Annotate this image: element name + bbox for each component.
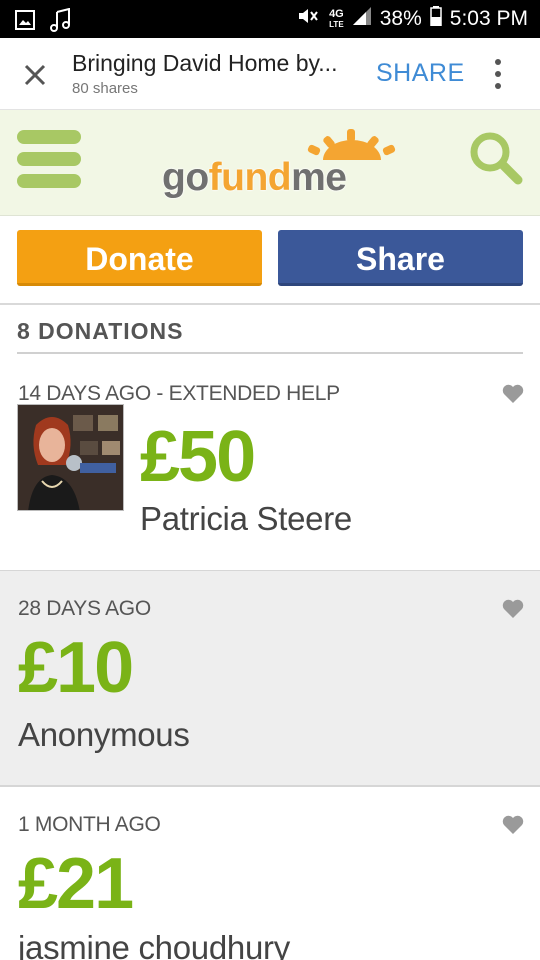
donor-name: Patricia Steere xyxy=(140,500,352,537)
music-icon xyxy=(50,7,72,37)
donation-amount: £21 xyxy=(18,844,134,924)
share-count: 80 shares xyxy=(72,80,138,97)
donations-heading: 8 DONATIONS xyxy=(17,318,184,344)
status-bar: 4G LTE 38% 5:03 PM xyxy=(0,0,540,38)
avatar xyxy=(17,404,124,511)
share-button[interactable]: Share xyxy=(278,230,523,286)
battery-percent: 38% xyxy=(379,7,422,30)
clock: 5:03 PM xyxy=(449,7,528,30)
network-type: 4G xyxy=(329,8,344,20)
donation-item: 14 DAYS AGO - EXTENDED HELP £50 Patricia… xyxy=(0,356,540,572)
share-link[interactable]: SHARE xyxy=(376,59,465,88)
divider xyxy=(17,352,523,354)
signal-icon xyxy=(352,6,372,32)
hamburger-icon[interactable] xyxy=(17,130,81,190)
donate-button[interactable]: Donate xyxy=(17,230,262,286)
donation-amount: £10 xyxy=(18,628,134,708)
donation-time: 14 DAYS AGO - EXTENDED HELP xyxy=(18,382,340,405)
donor-name: Anonymous xyxy=(18,716,190,753)
close-icon[interactable] xyxy=(20,60,50,90)
heart-icon[interactable] xyxy=(502,815,524,835)
donation-item: 1 MONTH AGO £21 jasmine choudhury xyxy=(0,787,540,960)
donation-item: 28 DAYS AGO £10 Anonymous xyxy=(0,571,540,787)
divider xyxy=(0,303,540,305)
app-header: Bringing David Home by... 80 shares SHAR… xyxy=(0,38,540,110)
site-navbar: gofundme xyxy=(0,110,540,216)
search-icon[interactable] xyxy=(466,128,526,188)
donor-name: jasmine choudhury xyxy=(18,929,290,960)
network-sub: LTE xyxy=(329,20,344,29)
logo-text: gofundme xyxy=(162,156,347,199)
more-vert-icon[interactable] xyxy=(488,56,508,92)
mute-icon xyxy=(297,6,321,32)
donation-amount: £50 xyxy=(140,417,256,497)
image-icon xyxy=(14,9,36,36)
gofundme-logo[interactable]: gofundme xyxy=(162,126,396,206)
heart-icon[interactable] xyxy=(502,599,524,619)
page-title: Bringing David Home by... xyxy=(72,50,338,76)
donation-time: 1 MONTH AGO xyxy=(18,813,161,836)
heart-icon[interactable] xyxy=(502,384,524,404)
donation-time: 28 DAYS AGO xyxy=(18,597,151,620)
battery-icon xyxy=(430,6,442,32)
